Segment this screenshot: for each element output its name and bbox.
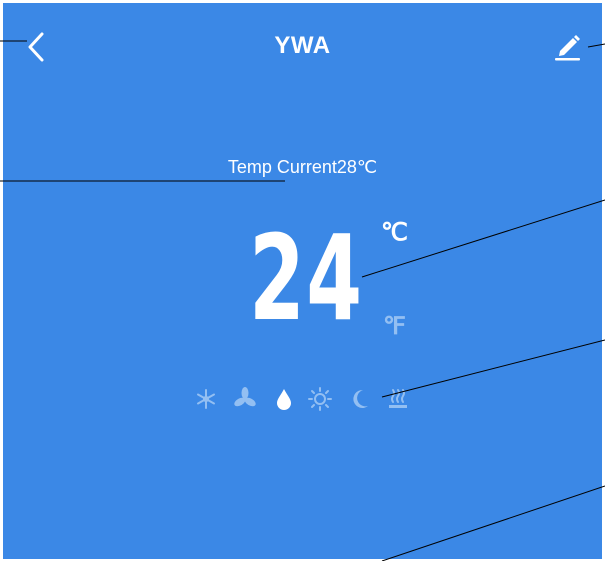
annotation-lines <box>0 40 605 561</box>
